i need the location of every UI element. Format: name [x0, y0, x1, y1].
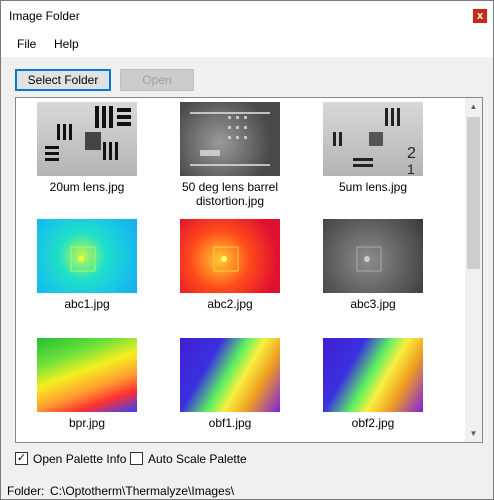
menu-help[interactable]: Help: [54, 37, 79, 51]
thumbnail-20um-lens[interactable]: [37, 102, 137, 176]
scroll-thumb[interactable]: [467, 117, 480, 269]
thumbnail-caption: bpr.jpg: [68, 416, 106, 430]
checkbox-label: Auto Scale Palette: [148, 452, 247, 466]
thumbnail-obf1[interactable]: [180, 338, 280, 412]
svg-text:1: 1: [407, 161, 415, 176]
thumbnail-caption: obf1.jpg: [208, 416, 252, 430]
folder-path: C:\Optotherm\Thermalyze\Images\: [50, 484, 235, 498]
menu-file[interactable]: File: [17, 37, 36, 51]
scroll-down-icon[interactable]: ▼: [465, 425, 482, 442]
thumbnail-obf2[interactable]: [323, 338, 423, 412]
close-icon[interactable]: x: [473, 9, 487, 23]
window-title: Image Folder: [9, 9, 80, 23]
thumbnail-caption: abc1.jpg: [64, 297, 110, 311]
checkbox-label: Open Palette Info: [33, 452, 127, 466]
thumbnail-caption: obf2.jpg: [351, 416, 395, 430]
thumbnail-50deg-lens[interactable]: [180, 102, 280, 176]
thumbnail-caption: 5um lens.jpg: [338, 180, 408, 194]
thumbnail-abc1[interactable]: [37, 219, 137, 293]
image-folder-window: Image Folder x File Help Select Folder O…: [0, 0, 494, 500]
title-bar: Image Folder x: [1, 1, 493, 31]
select-folder-button[interactable]: Select Folder: [15, 69, 111, 91]
scroll-up-icon[interactable]: ▲: [465, 98, 482, 115]
open-button[interactable]: Open: [120, 69, 194, 91]
thumbnail-5um-lens[interactable]: 2 1: [323, 102, 423, 176]
thumbnail-abc3[interactable]: [323, 219, 423, 293]
checkbox-checked-icon[interactable]: ✓: [15, 452, 28, 465]
image-thumbnail-list[interactable]: 20um lens.jpg 50 deg lens barrel distort…: [15, 97, 483, 443]
vertical-scrollbar[interactable]: ▲ ▼: [465, 98, 482, 442]
checkbox-unchecked-icon[interactable]: [130, 452, 143, 465]
status-bar: Folder: C:\Optotherm\Thermalyze\Images\: [1, 480, 493, 500]
thumbnail-abc2[interactable]: [180, 219, 280, 293]
svg-text:2: 2: [407, 145, 416, 162]
thumbnail-caption: abc3.jpg: [350, 297, 396, 311]
thumbnail-caption: 20um lens.jpg: [49, 180, 125, 194]
thumbnail-bpr[interactable]: [37, 338, 137, 412]
menu-bar: File Help: [1, 31, 493, 57]
thumbnail-caption: abc2.jpg: [207, 297, 253, 311]
folder-label: Folder:: [7, 484, 45, 498]
thumbnail-caption: 50 deg lens barrel distortion.jpg: [181, 180, 279, 208]
